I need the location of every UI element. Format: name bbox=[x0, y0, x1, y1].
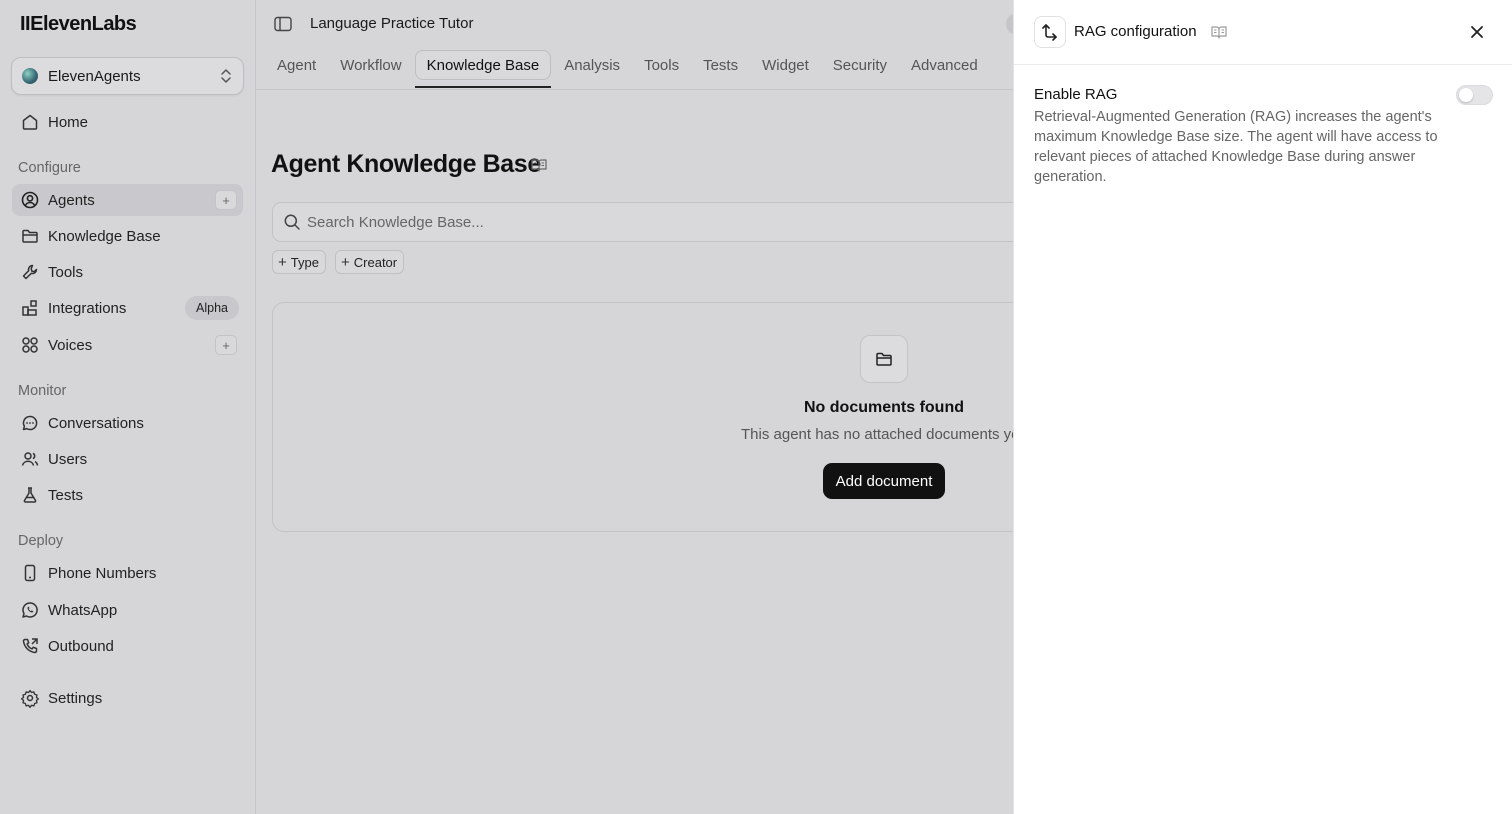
sidebar: IIElevenLabs ElevenAgents Home Configure… bbox=[0, 0, 256, 814]
sidebar-toggle-icon[interactable] bbox=[274, 16, 292, 32]
rag-icon-box bbox=[1034, 16, 1066, 48]
phone-outgoing-icon bbox=[22, 638, 38, 654]
branch-arrow-icon bbox=[1042, 24, 1057, 41]
enable-rag-label: Enable RAG bbox=[1034, 86, 1118, 103]
close-button[interactable] bbox=[1467, 22, 1487, 42]
folder-open-icon bbox=[876, 352, 892, 366]
empty-state-title: No documents found bbox=[804, 399, 964, 416]
tab-knowledge-base[interactable]: Knowledge Base bbox=[414, 50, 552, 88]
tab-analysis[interactable]: Analysis bbox=[553, 50, 631, 80]
sidebar-item-label: Agents bbox=[48, 191, 95, 209]
filter-label: Type bbox=[290, 254, 319, 270]
logo[interactable]: IIElevenLabs bbox=[20, 13, 137, 36]
enable-rag-description: Retrieval-Augmented Generation (RAG) inc… bbox=[1034, 109, 1438, 185]
workspace-avatar bbox=[22, 68, 38, 84]
empty-state-icon-box bbox=[860, 335, 908, 383]
sidebar-item-users[interactable]: Users bbox=[12, 443, 243, 475]
phone-icon bbox=[24, 564, 36, 582]
tab-tools[interactable]: Tools bbox=[633, 50, 690, 80]
user-circle-icon bbox=[21, 191, 39, 209]
grid-circles-icon bbox=[22, 337, 38, 353]
sidebar-item-label: Users bbox=[48, 450, 88, 468]
book-icon[interactable] bbox=[1211, 25, 1227, 39]
workspace-selector[interactable]: ElevenAgents bbox=[11, 57, 244, 95]
tab-security[interactable]: Security bbox=[822, 50, 898, 80]
sidebar-item-outbound[interactable]: Outbound bbox=[12, 630, 243, 662]
tab-agent[interactable]: Agent bbox=[266, 50, 327, 80]
page-title: Agent Knowledge Base bbox=[271, 150, 541, 178]
enable-rag-toggle[interactable] bbox=[1456, 85, 1493, 105]
sidebar-item-integrations[interactable]: Integrations Alpha bbox=[12, 292, 243, 324]
tab-advanced[interactable]: Advanced bbox=[900, 50, 989, 80]
tab-widget[interactable]: Widget bbox=[751, 50, 820, 80]
blocks-icon bbox=[22, 300, 37, 316]
sidebar-item-tools[interactable]: Tools bbox=[12, 256, 243, 288]
plus-icon: + bbox=[278, 253, 287, 271]
sidebar-item-agents[interactable]: Agents + bbox=[12, 184, 243, 216]
agent-name: Language Practice Tutor bbox=[310, 15, 474, 32]
plus-icon: + bbox=[341, 253, 350, 271]
tab-divider bbox=[256, 89, 1013, 90]
chat-icon bbox=[22, 415, 38, 431]
filter-creator-button[interactable]: + Creator bbox=[335, 250, 405, 274]
sidebar-item-home[interactable]: Home bbox=[12, 106, 243, 138]
sidebar-item-label: Integrations bbox=[48, 299, 127, 317]
sidebar-item-label: Voices bbox=[48, 336, 93, 354]
filter-label: Creator bbox=[353, 254, 398, 270]
flask-icon bbox=[23, 487, 37, 503]
avatar[interactable] bbox=[1006, 13, 1013, 35]
sidebar-item-settings[interactable]: Settings bbox=[12, 682, 243, 714]
sidebar-item-conversations[interactable]: Conversations bbox=[12, 407, 243, 439]
users-icon bbox=[21, 452, 39, 466]
section-label-deploy: Deploy bbox=[18, 533, 64, 549]
chevron-up-down-icon bbox=[221, 69, 231, 83]
main-content: Language Practice Tutor Agent Workflow K… bbox=[256, 0, 1013, 814]
add-agent-button[interactable]: + bbox=[215, 190, 237, 210]
book-icon[interactable] bbox=[531, 158, 547, 172]
alpha-badge: Alpha bbox=[185, 296, 239, 320]
search-icon bbox=[284, 214, 300, 230]
tab-tests[interactable]: Tests bbox=[692, 50, 749, 80]
sidebar-item-label: Outbound bbox=[48, 637, 114, 655]
add-document-button[interactable]: Add document bbox=[823, 463, 945, 499]
sidebar-item-label: WhatsApp bbox=[48, 601, 118, 619]
sidebar-item-label: Knowledge Base bbox=[48, 227, 161, 245]
filter-type-button[interactable]: + Type bbox=[272, 250, 326, 274]
sidebar-item-label: Home bbox=[48, 113, 89, 131]
section-label-configure: Configure bbox=[18, 160, 81, 176]
search-box bbox=[272, 202, 1013, 242]
sidebar-item-tests[interactable]: Tests bbox=[12, 479, 243, 511]
rag-configuration-panel: RAG configuration Enable RAG Retrieval-A… bbox=[1013, 0, 1512, 814]
close-icon bbox=[1471, 26, 1483, 38]
sidebar-item-phone-numbers[interactable]: Phone Numbers bbox=[12, 557, 243, 589]
tab-workflow[interactable]: Workflow bbox=[329, 50, 412, 80]
sidebar-item-label: Settings bbox=[48, 689, 103, 707]
sidebar-item-label: Phone Numbers bbox=[48, 564, 157, 582]
empty-state-subtitle: This agent has no attached documents yet… bbox=[741, 426, 1013, 443]
gear-icon bbox=[20, 689, 40, 708]
sidebar-item-label: Tools bbox=[48, 263, 84, 281]
section-label-monitor: Monitor bbox=[18, 383, 67, 399]
add-voice-button[interactable]: + bbox=[215, 335, 237, 355]
wrench-icon bbox=[22, 264, 38, 280]
sidebar-item-label: Conversations bbox=[48, 414, 144, 432]
search-input[interactable] bbox=[307, 213, 907, 231]
whatsapp-icon bbox=[22, 602, 38, 618]
workspace-name: ElevenAgents bbox=[48, 67, 141, 85]
sidebar-item-voices[interactable]: Voices + bbox=[12, 329, 243, 361]
panel-header: RAG configuration bbox=[1014, 0, 1512, 65]
panel-title: RAG configuration bbox=[1074, 23, 1197, 40]
sidebar-item-label: Tests bbox=[48, 486, 84, 504]
folder-icon bbox=[22, 229, 38, 243]
sidebar-item-whatsapp[interactable]: WhatsApp bbox=[12, 594, 243, 626]
sidebar-item-knowledge-base[interactable]: Knowledge Base bbox=[12, 220, 243, 252]
home-icon bbox=[22, 114, 38, 130]
tab-bar: Agent Workflow Knowledge Base Analysis T… bbox=[266, 50, 991, 90]
